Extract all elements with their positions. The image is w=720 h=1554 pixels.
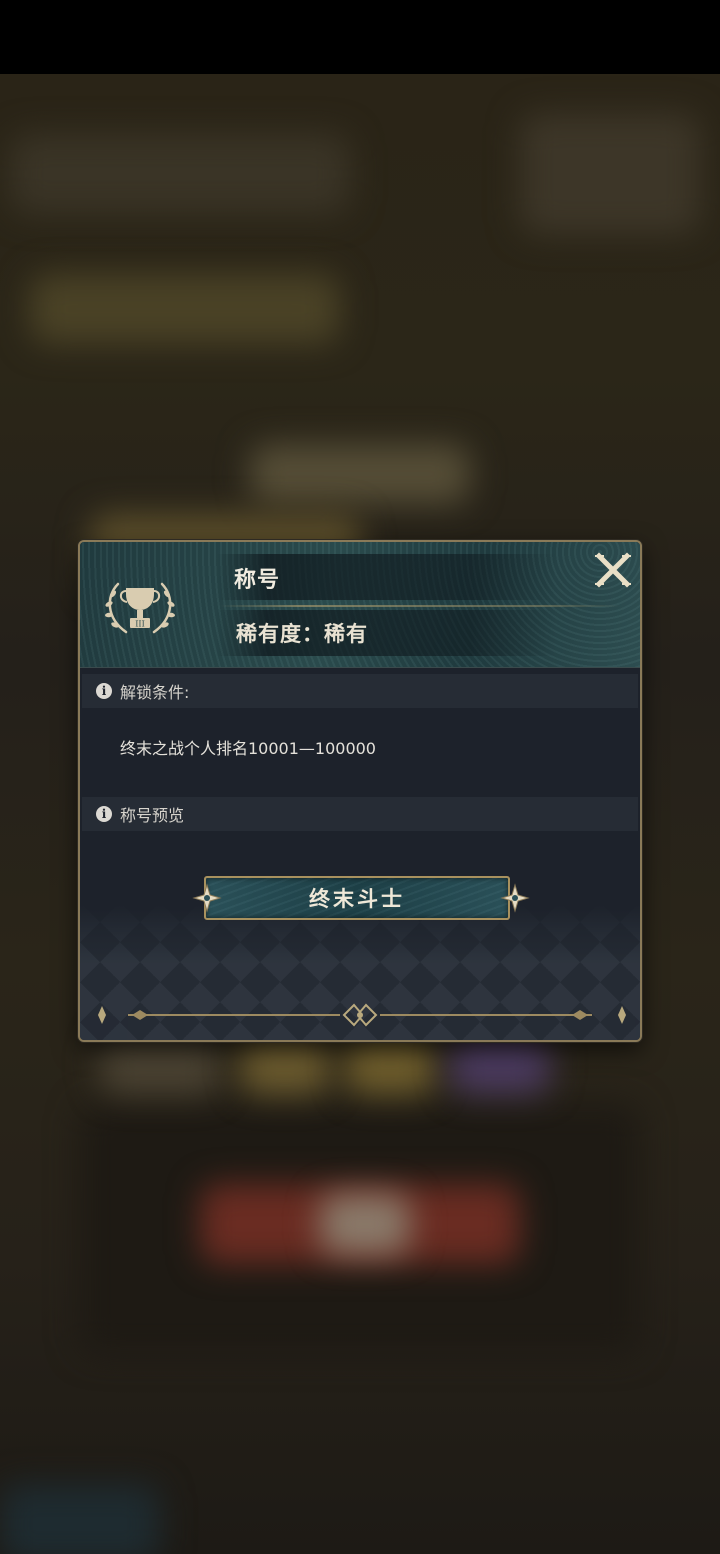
unlock-condition-header: i 解锁条件: (82, 674, 638, 708)
info-icon: i (96, 806, 112, 822)
dialog-title: 称号 (234, 567, 281, 593)
svg-text:III: III (135, 620, 144, 629)
badge-ornament-right-icon (500, 883, 530, 913)
title-preview-heading: 称号预览 (120, 806, 185, 825)
title-preview-badge: 终末斗士 (204, 876, 510, 920)
unlock-condition-heading: 解锁条件: (120, 683, 190, 702)
rarity-row: 稀有度：稀有 (236, 618, 368, 648)
rarity-value: 稀有 (324, 621, 368, 646)
close-icon[interactable] (592, 548, 634, 590)
status-bar (0, 0, 720, 74)
badge-ornament-left-icon (192, 883, 222, 913)
info-icon: i (96, 683, 112, 699)
title-info-dialog: III 称号 稀有度：稀有 i 解锁条件: 终末之战个人排名10001—1000… (78, 540, 642, 1042)
trophy-laurel-icon: III (105, 582, 175, 634)
title-preview-header: i 称号预览 (82, 797, 638, 831)
screen: III 称号 稀有度：稀有 i 解锁条件: 终末之战个人排名10001—1000… (0, 0, 720, 1554)
title-name: 终末斗士 (309, 886, 405, 911)
bottom-ornament-divider (98, 1003, 626, 1027)
rarity-label: 稀有度： (236, 621, 324, 646)
unlock-condition-text: 终末之战个人排名10001—100000 (120, 739, 376, 758)
dialog-header: III 称号 稀有度：稀有 (80, 542, 640, 668)
